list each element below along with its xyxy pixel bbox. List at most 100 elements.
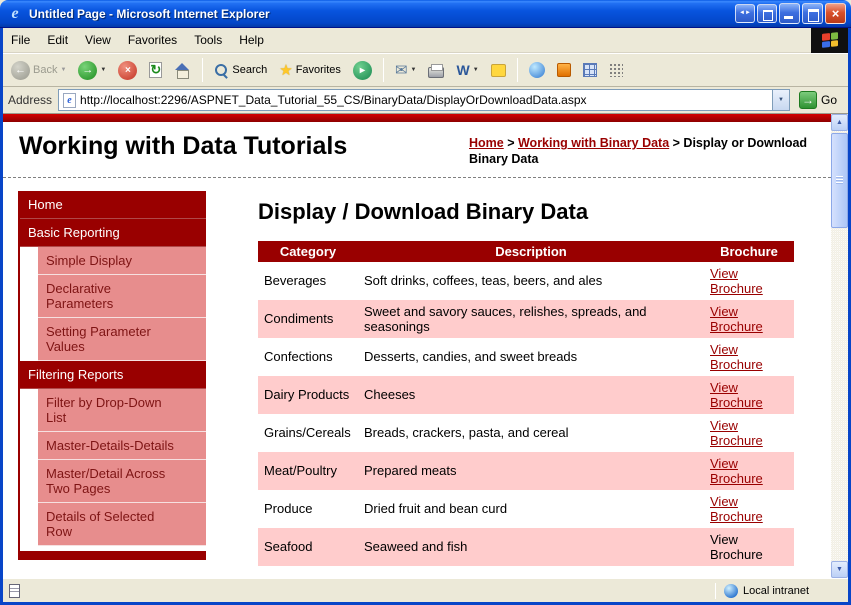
web-page: Working with Data Tutorials Home > Worki… <box>3 114 831 578</box>
forward-button[interactable]: → ▼ <box>74 58 110 83</box>
menu-view[interactable]: View <box>85 33 111 47</box>
view-brochure-link[interactable]: View Brochure <box>710 304 763 334</box>
security-zone-pane: Local intranet <box>719 582 844 600</box>
vertical-scrollbar[interactable]: ▲ ▼ <box>831 114 848 578</box>
sidebar-section-filtering-reports[interactable]: Filtering Reports <box>20 360 206 389</box>
menu-help[interactable]: Help <box>239 33 264 47</box>
sidebar-item-setting-parameter-values[interactable]: Setting Parameter Values <box>38 317 206 361</box>
view-brochure-link[interactable]: View Brochure <box>710 456 763 486</box>
discuss-button[interactable] <box>487 61 510 80</box>
column-header-category: Category <box>258 240 358 262</box>
status-divider <box>715 582 716 599</box>
view-brochure-link[interactable]: View Brochure <box>710 342 763 372</box>
view-brochure-link[interactable]: View Brochure <box>710 380 763 410</box>
stop-button[interactable]: × <box>114 58 141 83</box>
table-header-row: Category Description Brochure <box>258 240 794 262</box>
edit-with-word-button[interactable]: W ▼ <box>452 60 482 81</box>
sidebar-item-master-detail-across-two-pages[interactable]: Master/Detail Across Two Pages <box>38 459 206 503</box>
maximize-button[interactable] <box>802 3 823 24</box>
sidebar-item-simple-display[interactable]: Simple Display <box>38 246 206 275</box>
close-button[interactable]: × <box>825 3 846 24</box>
back-dropdown-icon: ▼ <box>60 67 67 73</box>
favorites-label: Favorites <box>295 64 341 76</box>
titlebar-buttons: ◄► × <box>735 3 846 24</box>
scrollbar-thumb[interactable] <box>831 133 848 228</box>
sidebar-item-master-details-details[interactable]: Master-Details-Details <box>38 431 206 460</box>
titlebar-extra-window-button[interactable] <box>757 4 777 23</box>
breadcrumb-separator: > <box>503 136 518 150</box>
word-dropdown-icon: ▼ <box>472 67 479 73</box>
discuss-icon <box>490 63 506 77</box>
main-content: Display / Download Binary Data Category D… <box>206 191 831 566</box>
calculator-toolbar-button[interactable] <box>579 60 601 80</box>
back-button[interactable]: ← Back ▼ <box>7 58 70 83</box>
address-label: Address <box>8 93 53 107</box>
cell-category: Meat/Poultry <box>258 451 358 490</box>
cell-category: Produce <box>258 489 358 528</box>
media-button[interactable]: ▸ <box>349 58 376 83</box>
menu-favorites[interactable]: Favorites <box>128 33 177 47</box>
page-top-red-band <box>3 114 831 122</box>
cell-description: Desserts, candies, and sweet breads <box>358 337 704 376</box>
table-row-produce: Produce Dried fruit and bean curd View Bro… <box>258 489 794 528</box>
address-input[interactable] <box>80 90 772 110</box>
table-row-meat-poultry: Meat/Poultry Prepared meats View Brochure <box>258 451 794 490</box>
view-brochure-link[interactable]: View Brochure <box>710 418 763 448</box>
view-brochure-link[interactable]: View Brochure <box>710 494 763 524</box>
go-button[interactable]: → Go <box>796 89 843 111</box>
menu-tools[interactable]: Tools <box>194 33 222 47</box>
home-button[interactable] <box>170 60 195 81</box>
cell-description: Seaweed and fish <box>358 527 704 566</box>
table-row-confections: Confections Desserts, candies, and sweet … <box>258 337 794 376</box>
orange-toolbar-button[interactable] <box>553 60 575 80</box>
sidebar-item-filter-by-drop-down-list[interactable]: Filter by Drop-Down List <box>38 388 206 432</box>
breadcrumb-link-home[interactable]: Home <box>469 136 504 150</box>
toolbar-separator <box>516 58 518 82</box>
grid-dots-icon <box>608 63 623 77</box>
cell-description: Breads, crackers, pasta, and cereal <box>358 413 704 452</box>
cell-brochure: View Brochure <box>704 337 794 376</box>
windows-flag-icon <box>821 32 838 48</box>
sidebar-item-declarative-parameters[interactable]: Declarative Parameters <box>38 274 206 318</box>
view-brochure-link[interactable]: View Brochure <box>710 266 763 296</box>
stop-icon: × <box>118 60 138 80</box>
table-row-condiments: Condiments Sweet and savory sauces, relis… <box>258 299 794 338</box>
breadcrumb-separator: > <box>669 136 684 150</box>
grid-toolbar-button[interactable] <box>605 60 627 80</box>
menu-items: File Edit View Favorites Tools Help <box>11 31 281 49</box>
blue-globe-toolbar-button[interactable] <box>525 59 549 81</box>
address-dropdown-button[interactable]: ▼ <box>771 90 789 110</box>
site-title: Working with Data Tutorials <box>19 132 348 160</box>
print-icon <box>428 63 445 78</box>
sidebar-item-details-of-selected-row[interactable]: Details of Selected Row <box>38 502 206 546</box>
forward-dropdown-icon: ▼ <box>100 67 107 73</box>
title-bar[interactable]: e Untitled Page - Microsoft Internet Exp… <box>0 0 851 28</box>
sidebar-section-home[interactable]: Home <box>20 190 206 219</box>
breadcrumb-link-working-with-binary-data[interactable]: Working with Binary Data <box>518 136 669 150</box>
status-bar: Local intranet <box>3 578 848 602</box>
cell-category: Seafood <box>258 527 358 566</box>
home-icon <box>174 62 191 79</box>
menu-file[interactable]: File <box>11 33 30 47</box>
menu-bar: File Edit View Favorites Tools Help <box>3 27 848 53</box>
cell-brochure: View Brochure <box>704 299 794 338</box>
scroll-up-button[interactable]: ▲ <box>831 114 848 131</box>
sidebar-section-basic-reporting[interactable]: Basic Reporting <box>20 218 206 247</box>
minimize-button[interactable] <box>779 3 800 24</box>
page-favicon: e <box>63 92 77 108</box>
favorites-button[interactable]: ★ Favorites <box>275 60 345 81</box>
globe-icon <box>528 62 545 78</box>
scroll-down-button[interactable]: ▼ <box>831 561 848 578</box>
refresh-button[interactable] <box>145 59 166 81</box>
mail-icon: ✉ <box>394 61 408 79</box>
mail-button[interactable]: ✉ ▼ <box>391 60 421 81</box>
document-icon <box>9 583 20 598</box>
sidebar-section-partial[interactable] <box>20 550 206 560</box>
search-button[interactable]: Search <box>210 60 271 81</box>
menu-edit[interactable]: Edit <box>47 33 68 47</box>
category-table: Category Description Brochure Beverages Sof… <box>258 240 794 566</box>
print-button[interactable] <box>424 60 448 81</box>
cell-description: Soft drinks, coffees, teas, beers, and a… <box>358 261 704 300</box>
forward-icon: → <box>78 60 98 80</box>
titlebar-extra-arrows-button[interactable]: ◄► <box>735 4 755 23</box>
